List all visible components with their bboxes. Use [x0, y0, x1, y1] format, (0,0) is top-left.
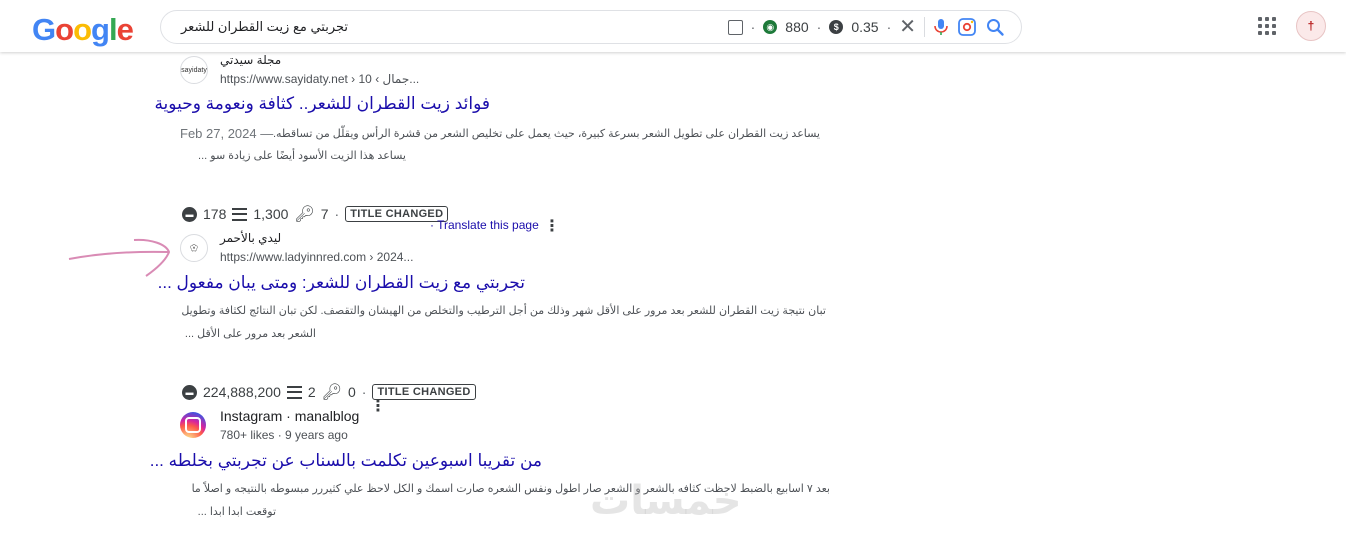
metric-value: 2	[307, 384, 316, 400]
metric-value: 0	[347, 384, 356, 400]
seo-metrics-row: ▬ 224,888,200 2 🔑︎ 0 · TITLE CHANGED	[182, 382, 476, 402]
snippet-line-2: الشعر بعد مرور على الأقل ...	[184, 328, 316, 340]
result-title[interactable]: من تقريبا اسبوعين تكلمت بالسناب عن تجربت…	[150, 451, 542, 471]
divider	[924, 17, 925, 37]
avatar[interactable]: †	[1296, 11, 1326, 41]
metric-value: 7	[320, 206, 329, 222]
apps-grid-icon[interactable]	[1258, 17, 1276, 35]
watermark: خمسات	[590, 479, 742, 523]
snippet-line-1: Feb 27, 2024 — يساعد زيت القطران على تطو…	[180, 126, 820, 142]
microphone-icon[interactable]	[933, 18, 949, 36]
dollar-icon: $	[829, 20, 844, 34]
separator-dot: ·	[886, 19, 892, 35]
translate-label: Translate this page	[437, 218, 539, 232]
coin-icon: ◉	[763, 20, 778, 34]
post-meta: 780+ likes · 9 years ago	[220, 428, 348, 442]
header: Google تجربتي مع زيت القطران للشعر · ◉ 8…	[0, 0, 1346, 52]
search-input[interactable]: تجربتي مع زيت القطران للشعر	[181, 19, 348, 35]
snippet-line-2: توقعت ابدا ابدا ...	[197, 506, 276, 518]
key-icon: 🔑︎	[321, 384, 342, 401]
metric-value: 224,888,200	[203, 384, 281, 400]
search-icon[interactable]	[985, 17, 1005, 37]
separator-dot: ·	[750, 19, 756, 35]
site-name[interactable]: ليدي بالأحمر	[220, 231, 281, 245]
result-title[interactable]: فوائد زيت القطران للشعر.. كثافة ونعومة و…	[154, 94, 490, 114]
site-favicon-icon[interactable]: sayidaty	[180, 56, 208, 84]
google-logo[interactable]: Google	[32, 12, 134, 48]
site-favicon-icon[interactable]: 🌸︎	[180, 234, 208, 262]
title-changed-badge: TITLE CHANGED	[372, 384, 476, 400]
site-name[interactable]: مجلة سيدتي	[220, 53, 281, 67]
site-name[interactable]: Instagram · manalblog	[220, 408, 359, 424]
camera-lens-icon[interactable]	[957, 17, 977, 37]
cpc-stat: 0.35	[851, 19, 879, 35]
site-url[interactable]: https://www.sayidaty.net › جمال › 10...	[220, 72, 419, 86]
site-url[interactable]: https://www.ladyinnred.com › 2024...	[220, 250, 413, 264]
chat-icon: ▬	[182, 206, 197, 222]
list-icon	[286, 385, 302, 399]
close-icon[interactable]: ✕	[899, 17, 916, 37]
snippet-text: يساعد زيت القطران على تطويل الشعر بسرعة …	[272, 128, 820, 140]
seo-metrics-row: ▬ 178 1,300 🔑︎ 7 · TITLE CHANGED	[182, 204, 449, 224]
instagram-icon[interactable]	[180, 412, 206, 438]
more-options-icon[interactable]: ⋮	[370, 396, 386, 416]
checkbox-icon[interactable]	[727, 19, 743, 35]
metric-value: 1,300	[253, 206, 289, 222]
snippet-line-2: يساعد هذا الزيت الأسود أيضًا على زيادة س…	[198, 150, 406, 162]
more-options-icon[interactable]: ⋮	[544, 216, 560, 236]
metric-value: 178	[203, 206, 227, 222]
search-tools: · ◉ 880 · $ 0.35 · ✕	[727, 11, 1005, 43]
chat-icon: ▬	[182, 384, 197, 400]
separator-dot: ·	[816, 19, 822, 35]
separator-dot: ·	[334, 206, 340, 222]
translate-link[interactable]: · Translate this page	[430, 218, 539, 232]
key-icon: 🔑︎	[294, 206, 315, 223]
snippet-line-1: تبان نتيجة زيت القطران للشعر بعد مرور عل…	[181, 305, 826, 317]
result-title[interactable]: تجربتي مع زيت القطران للشعر: ومتى يبان م…	[158, 273, 525, 293]
separator-dot: ·	[361, 384, 367, 400]
search-box[interactable]: تجربتي مع زيت القطران للشعر · ◉ 880 · $ …	[160, 10, 1022, 44]
search-volume-stat: 880	[785, 19, 809, 35]
list-icon	[232, 207, 248, 221]
result-date: Feb 27, 2024 —	[180, 126, 274, 141]
